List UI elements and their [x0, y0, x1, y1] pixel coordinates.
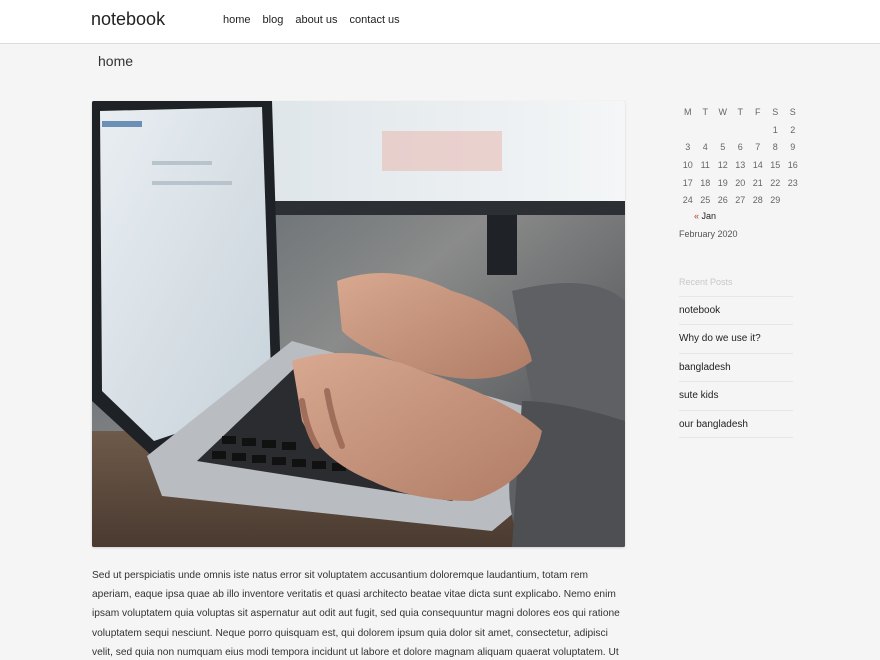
calendar-day: 7 [755, 142, 761, 153]
weekday-tue: T [702, 106, 709, 117]
recent-post-item[interactable]: sute kids [679, 381, 793, 409]
calendar-day: 11 [700, 159, 710, 170]
calendar-day: 27 [735, 195, 746, 206]
recent-post-item[interactable]: notebook [679, 296, 793, 324]
calendar-week: 17 18 19 20 21 22 23 [679, 174, 802, 192]
calendar-day: 28 [752, 195, 763, 206]
weekday-fri: F [755, 106, 761, 117]
weekday-wed: W [718, 106, 728, 117]
nav-about-us[interactable]: about us [295, 14, 337, 26]
chevron-left-icon: « [694, 211, 700, 221]
calendar-day: 17 [682, 177, 693, 188]
calendar-week: 10 11 12 13 14 15 16 [679, 156, 802, 174]
calendar-widget: M T W T F S S 1 2 3 4 5 6 7 8 9 10 11 12… [679, 103, 802, 209]
recent-posts-list: notebook Why do we use it? bangladesh su… [679, 296, 793, 438]
calendar-day: 21 [752, 177, 763, 188]
calendar-day: 14 [752, 159, 763, 170]
calendar-day: 19 [717, 177, 728, 188]
laptop-typing-photo-icon [92, 101, 625, 547]
recent-post-item[interactable]: our bangladesh [679, 409, 793, 438]
recent-posts-title: Recent Posts [679, 277, 733, 287]
calendar-week: 1 2 [679, 121, 802, 139]
calendar-prev-label: Jan [701, 211, 717, 221]
calendar-caption: February 2020 [679, 229, 738, 239]
calendar-day [784, 191, 802, 209]
calendar-day: 20 [735, 177, 746, 188]
calendar-day: 9 [790, 142, 796, 153]
calendar-day: 4 [702, 142, 708, 153]
recent-post-item[interactable]: Why do we use it? [679, 324, 793, 352]
calendar-day [732, 121, 750, 139]
site-brand[interactable]: notebook [91, 9, 165, 30]
calendar-day: 6 [737, 142, 743, 153]
top-bar: notebook home blog about us contact us [0, 0, 880, 44]
calendar-day: 1 [772, 124, 778, 135]
weekday-mon: M [684, 106, 692, 117]
calendar-day: 10 [682, 159, 693, 170]
calendar-day: 3 [685, 142, 691, 153]
calendar-day: 16 [787, 159, 798, 170]
weekday-sat: S [772, 106, 779, 117]
weekday-sun: S [789, 106, 796, 117]
calendar-table: M T W T F S S 1 2 3 4 5 6 7 8 9 10 11 12… [679, 103, 802, 209]
nav-contact-us[interactable]: contact us [350, 14, 400, 26]
calendar-week: 3 4 5 6 7 8 9 [679, 138, 802, 156]
calendar-day: 12 [717, 159, 728, 170]
calendar-day [697, 121, 715, 139]
calendar-day: 2 [790, 124, 796, 135]
weekday-thu: T [737, 106, 744, 117]
calendar-day [714, 121, 732, 139]
main-nav: home blog about us contact us [223, 14, 412, 26]
calendar-day: 26 [717, 195, 728, 206]
calendar-day: 25 [700, 195, 711, 206]
calendar-prev-month-link[interactable]: « Jan [694, 211, 716, 221]
calendar-day: 29 [770, 195, 781, 206]
calendar-day: 8 [772, 142, 778, 153]
nav-home[interactable]: home [223, 14, 251, 26]
page-title: home [98, 53, 134, 69]
calendar-day [749, 121, 767, 139]
calendar-day: 5 [720, 142, 726, 153]
calendar-week: 24 25 26 27 28 29 [679, 191, 802, 209]
calendar-day: 13 [735, 159, 746, 170]
hero-image [92, 101, 625, 547]
calendar-day: 22 [770, 177, 781, 188]
recent-post-item[interactable]: bangladesh [679, 352, 793, 381]
calendar-day: 15 [770, 159, 781, 170]
calendar-day: 24 [682, 195, 693, 206]
calendar-day [679, 121, 697, 139]
calendar-day: 23 [787, 177, 798, 188]
article-text: Sed ut perspiciatis unde omnis iste natu… [92, 570, 620, 658]
nav-blog[interactable]: blog [263, 14, 284, 26]
calendar-day: 18 [700, 177, 711, 188]
